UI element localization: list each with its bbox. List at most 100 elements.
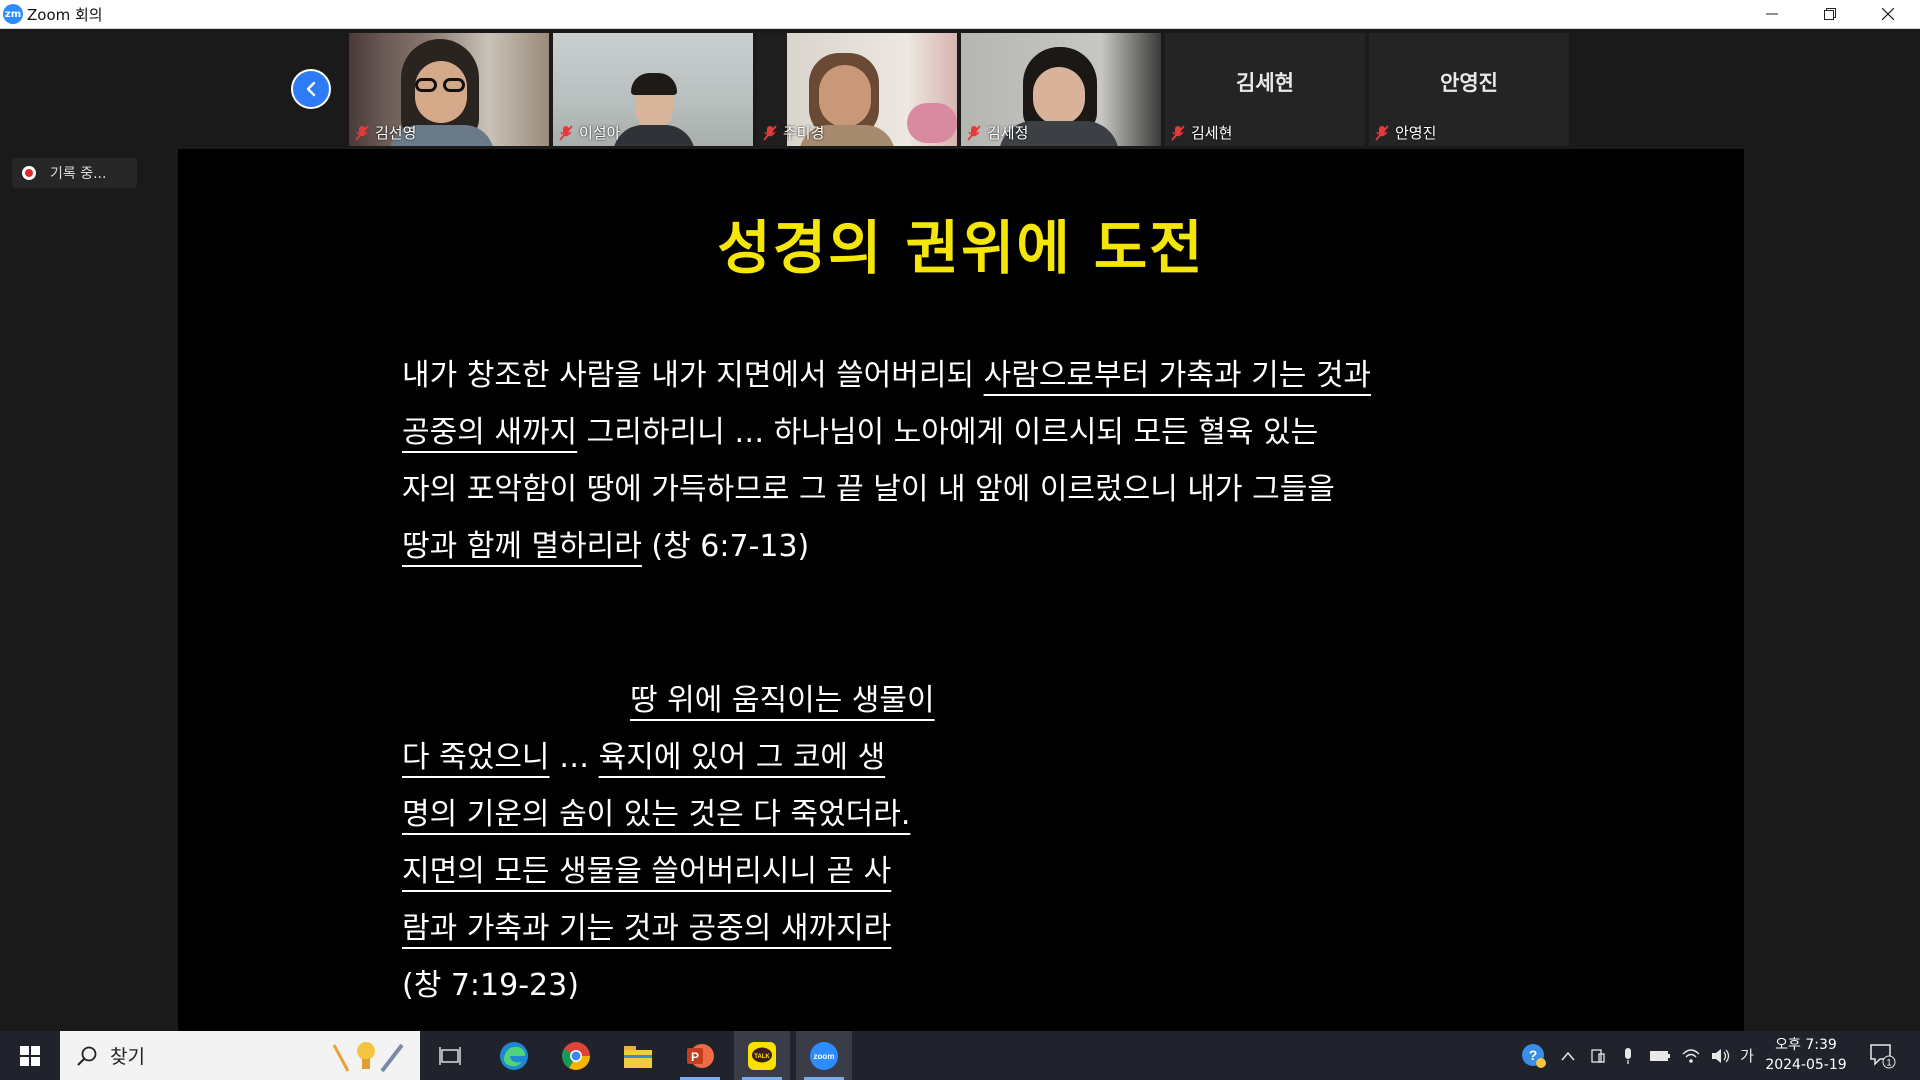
windows-logo-icon bbox=[20, 1045, 40, 1066]
underlined-text: 다 죽었으니 bbox=[402, 740, 550, 775]
tray-ime-indicator[interactable]: 가 bbox=[1736, 1031, 1758, 1080]
muted-mic-icon bbox=[559, 124, 573, 141]
muted-mic-icon bbox=[763, 124, 777, 141]
participant-tile[interactable]: 김세현 김세현 bbox=[1165, 33, 1365, 146]
battery-icon bbox=[1650, 1050, 1670, 1061]
svg-text:P: P bbox=[691, 1050, 699, 1064]
text-span: 자의 포악함이 땅에 가득하므로 그 끝 날이 내 앞에 이르렀으니 내가 그들… bbox=[402, 472, 1335, 507]
notification-icon: 1 bbox=[1870, 1044, 1896, 1069]
taskbar-app-edge[interactable] bbox=[486, 1031, 542, 1080]
underlined-text: 공중의 새까지 bbox=[402, 415, 578, 450]
restore-button[interactable] bbox=[1801, 0, 1859, 28]
taskbar-search-box[interactable]: 찾기 bbox=[60, 1031, 420, 1080]
participant-name-label: 김선영 bbox=[355, 122, 416, 143]
taskbar-app-file-explorer[interactable] bbox=[610, 1031, 666, 1080]
tray-microphone-button[interactable] bbox=[1616, 1031, 1640, 1080]
chevron-left-icon bbox=[306, 81, 316, 97]
muted-mic-icon bbox=[967, 124, 981, 141]
windows-taskbar: 찾기 P TALK zoom ? 가 오후 7:39 2024-05-19 1 bbox=[0, 1031, 1920, 1080]
participant-name-label: 주미경 bbox=[763, 122, 824, 143]
recording-icon bbox=[22, 166, 36, 180]
tray-device-button[interactable] bbox=[1586, 1031, 1610, 1080]
speaker-icon bbox=[1712, 1048, 1730, 1063]
slide-paragraph-genesis-6: 내가 창조한 사람을 내가 지면에서 쓸어버리되 사람으로부터 가축과 기는 것… bbox=[402, 347, 1542, 575]
participant-name-label: 김세정 bbox=[967, 122, 1028, 143]
text-span: 내가 창조한 사람을 내가 지면에서 쓸어버리되 bbox=[402, 358, 984, 393]
folder-icon bbox=[624, 1045, 652, 1068]
edge-icon bbox=[500, 1041, 528, 1070]
restore-icon bbox=[1824, 8, 1836, 20]
shared-slide: 성경의 권위에 도전 내가 창조한 사람을 내가 지면에서 쓸어버리되 사람으로… bbox=[178, 149, 1744, 1062]
participant-tile[interactable]: 김세정 bbox=[961, 33, 1161, 146]
participant-name-label: 안영진 bbox=[1375, 122, 1436, 143]
participant-tile[interactable]: 주미경 bbox=[757, 33, 957, 146]
tray-battery-button[interactable] bbox=[1646, 1031, 1674, 1080]
kakaotalk-icon: TALK bbox=[748, 1041, 776, 1070]
zoom-logo-icon: zm bbox=[3, 4, 23, 24]
muted-mic-icon bbox=[1171, 124, 1185, 141]
taskbar-app-powerpoint[interactable]: P bbox=[672, 1031, 728, 1080]
show-hidden-icons-button[interactable] bbox=[1556, 1031, 1580, 1080]
recording-label: 기록 중... bbox=[50, 166, 107, 182]
participant-display-name: 안영진 bbox=[1440, 71, 1498, 95]
participant-tile[interactable]: 김선영 bbox=[349, 33, 549, 146]
clock-date: 2024-05-19 bbox=[1765, 1057, 1847, 1073]
muted-mic-icon bbox=[1375, 124, 1389, 141]
powerpoint-icon: P bbox=[687, 1043, 714, 1068]
underlined-text: 육지에 있어 그 코에 생 bbox=[598, 740, 886, 775]
chevron-up-icon bbox=[1561, 1051, 1575, 1060]
participant-display-name: 김세현 bbox=[1236, 71, 1294, 95]
device-icon bbox=[1591, 1048, 1605, 1063]
tray-volume-button[interactable] bbox=[1708, 1031, 1734, 1080]
underlined-text: 람과 가축과 기는 것과 공중의 새까지라 bbox=[402, 911, 892, 946]
svg-text:1: 1 bbox=[1886, 1058, 1891, 1068]
tray-help-button[interactable]: ? bbox=[1518, 1031, 1550, 1080]
participant-name-label: 김세현 bbox=[1171, 122, 1232, 143]
text-span: 그리하리니 … 하나님이 노아에게 이르시되 모든 혈육 있는 bbox=[577, 415, 1319, 450]
participant-name-label: 이설아 bbox=[559, 122, 620, 143]
text-span: … bbox=[549, 740, 599, 775]
svg-text:?: ? bbox=[1529, 1047, 1538, 1063]
slide-paragraph-genesis-7: 땅 위에 움직이는 생물이 다 죽었으니 … 육지에 있어 그 코에 생 명의 … bbox=[402, 672, 1022, 1014]
taskbar-app-kakaotalk[interactable]: TALK bbox=[734, 1031, 790, 1080]
underlined-text: 지면의 모든 생물을 쓸어버리시니 곧 사 bbox=[402, 854, 892, 889]
chrome-icon bbox=[562, 1041, 590, 1070]
start-button[interactable] bbox=[0, 1031, 60, 1080]
verse-reference: (창 7:19-23) bbox=[402, 968, 579, 1003]
close-icon bbox=[1882, 8, 1894, 20]
search-icon bbox=[77, 1046, 97, 1066]
recording-indicator[interactable]: 기록 중... bbox=[12, 158, 137, 188]
close-button[interactable] bbox=[1859, 0, 1917, 28]
search-placeholder: 찾기 bbox=[110, 1046, 145, 1068]
meeting-area: 김선영 이설아 주미경 김세정 김세현 김세현 안영진 안영진 기록 중... … bbox=[0, 29, 1920, 1062]
minimize-button[interactable] bbox=[1743, 0, 1801, 28]
minimize-icon bbox=[1766, 13, 1778, 15]
underlined-text: 명의 기운의 숨이 있는 것은 다 죽었더라. bbox=[402, 797, 911, 832]
previous-participants-button[interactable] bbox=[291, 69, 331, 109]
wifi-icon bbox=[1682, 1048, 1700, 1063]
clock-time: 오후 7:39 bbox=[1775, 1037, 1837, 1053]
window-title-bar: zm Zoom 회의 bbox=[0, 0, 1920, 29]
window-title: Zoom 회의 bbox=[27, 6, 103, 24]
svg-text:zoom: zoom bbox=[814, 1052, 835, 1061]
slide-title: 성경의 권위에 도전 bbox=[717, 214, 1205, 282]
microphone-icon bbox=[1625, 1047, 1631, 1064]
muted-mic-icon bbox=[355, 124, 369, 141]
svg-text:TALK: TALK bbox=[754, 1054, 770, 1060]
taskbar-app-zoom[interactable]: zoom bbox=[796, 1031, 852, 1080]
underlined-text: 땅 위에 움직이는 생물이 bbox=[630, 683, 935, 718]
taskbar-app-chrome[interactable] bbox=[548, 1031, 604, 1080]
underlined-text: 땅과 함께 멸하리라 bbox=[402, 529, 642, 564]
underlined-text: 사람으로부터 가축과 기는 것과 bbox=[983, 358, 1372, 393]
search-highlight-icon bbox=[332, 1042, 404, 1073]
notification-center-button[interactable]: 1 bbox=[1868, 1041, 1896, 1069]
verse-reference: (창 6:7-13) bbox=[641, 529, 810, 564]
zoom-app-icon: zoom bbox=[810, 1041, 838, 1070]
participant-tile[interactable]: 이설아 bbox=[553, 33, 753, 146]
tray-wifi-button[interactable] bbox=[1678, 1031, 1704, 1080]
task-view-icon bbox=[439, 1046, 461, 1065]
participant-tile[interactable]: 안영진 안영진 bbox=[1369, 33, 1569, 146]
taskbar-clock[interactable]: 오후 7:39 2024-05-19 bbox=[1762, 1035, 1850, 1075]
help-icon: ? bbox=[1522, 1043, 1546, 1068]
task-view-button[interactable] bbox=[422, 1031, 478, 1080]
